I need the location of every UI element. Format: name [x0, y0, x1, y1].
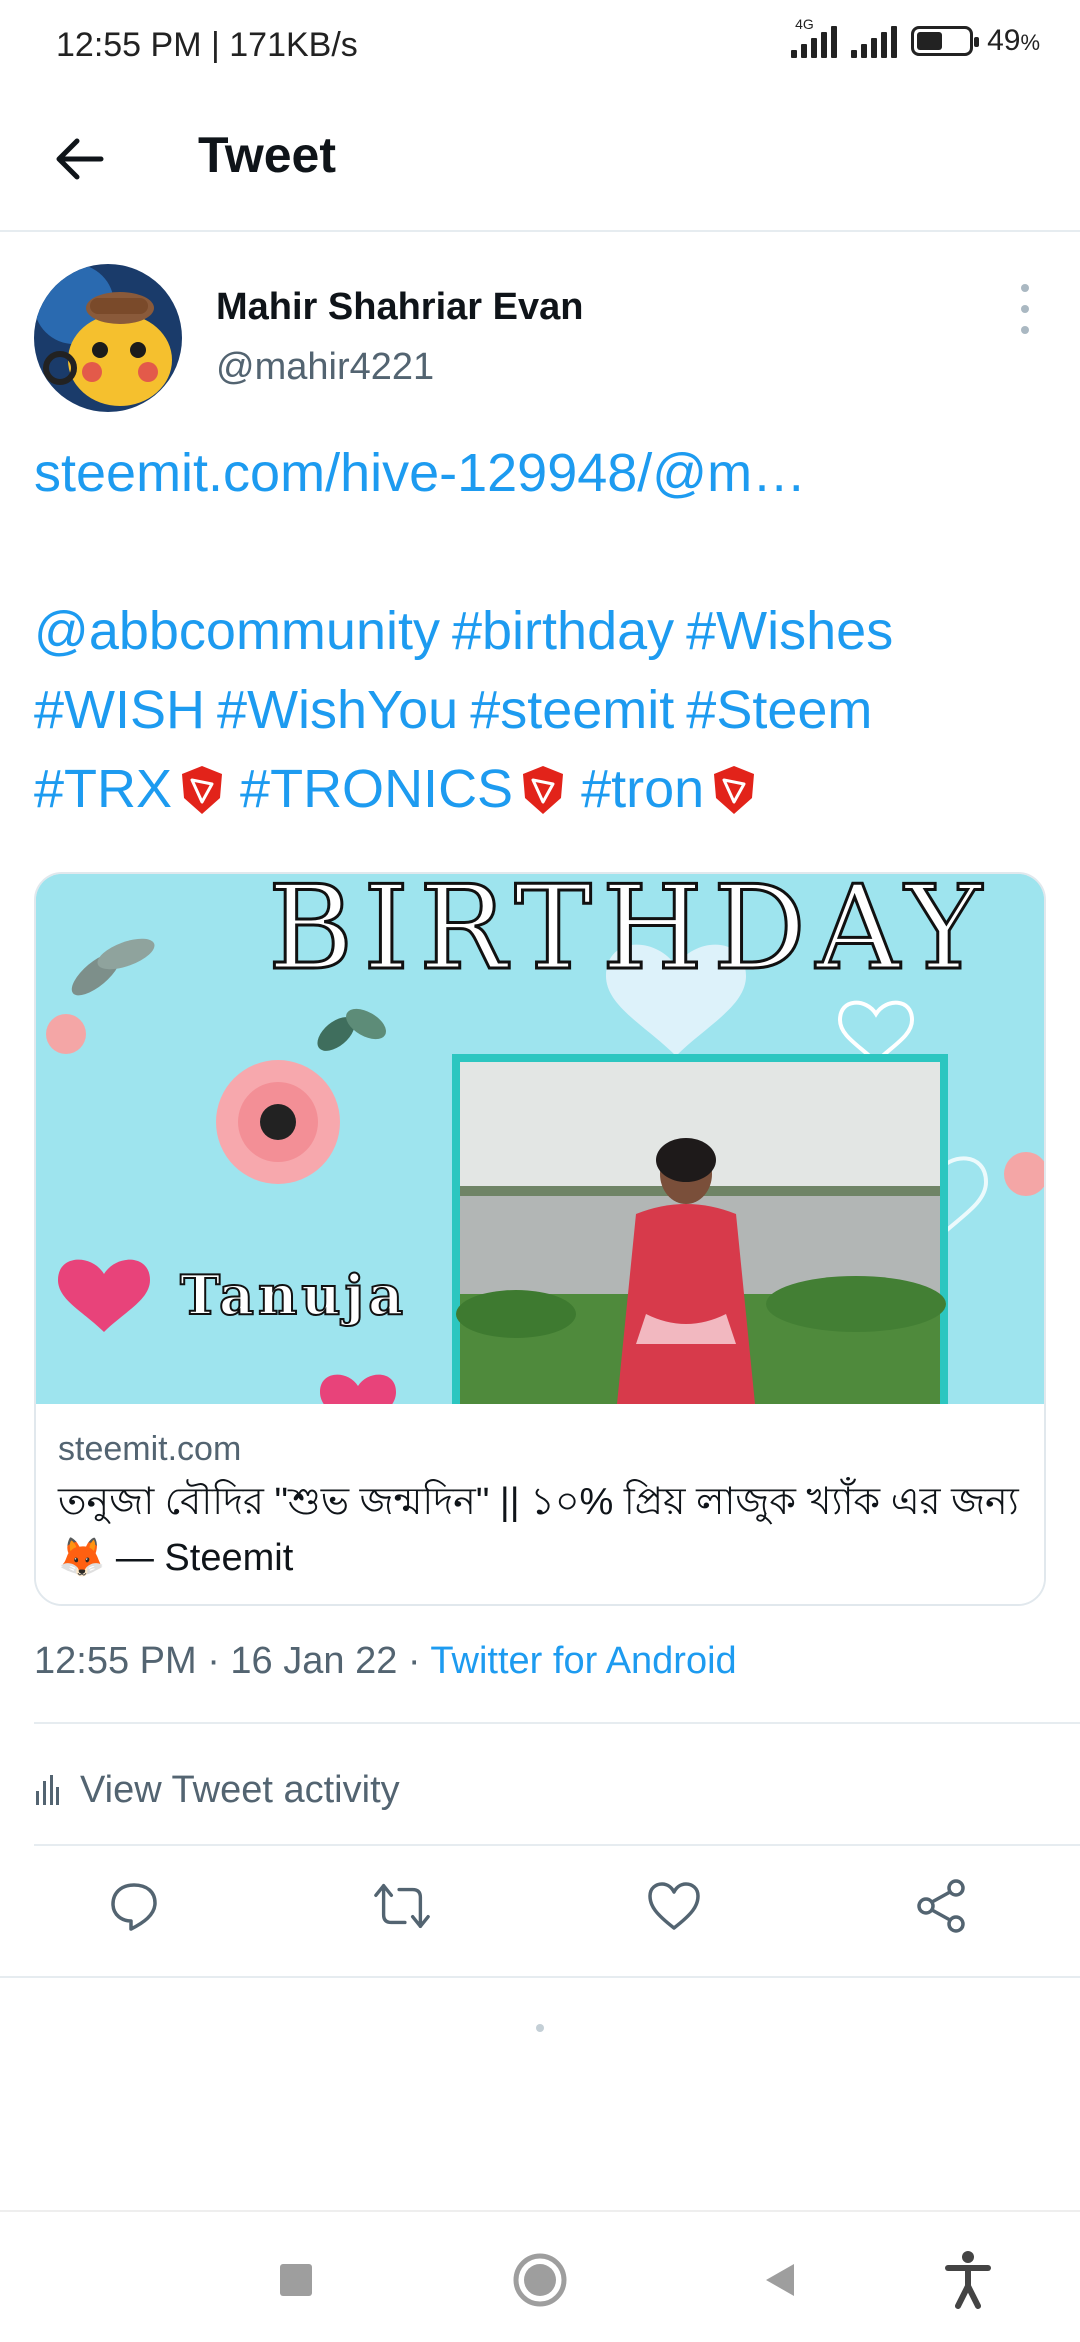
timestamp-text: 12:55 PM · 16 Jan 22 ·: [34, 1640, 431, 1682]
hashtag-link[interactable]: #Wishes: [686, 592, 893, 671]
analytics-icon: [36, 1775, 59, 1805]
accessibility-button[interactable]: [936, 2248, 1000, 2312]
avatar-image: [34, 264, 182, 412]
share-icon: [917, 1879, 965, 1933]
tron-logo-icon: [182, 765, 223, 814]
banner-heading: BIRTHDAY: [268, 874, 992, 996]
system-nav-bar: [0, 2210, 1080, 2342]
card-image: BIRTHDAY Tanuja: [36, 874, 1044, 1404]
hashtag-link[interactable]: #steemit: [470, 671, 674, 750]
page-title: Tweet: [198, 127, 336, 183]
author-handle[interactable]: @mahir4221: [216, 346, 434, 389]
home-button[interactable]: [508, 2248, 572, 2312]
status-icons: 4G 49%: [791, 16, 1040, 58]
square-icon: [280, 2264, 312, 2296]
tron-logo-icon: [523, 765, 564, 814]
tweet-actions: [0, 1870, 1080, 1950]
retweet-icon: [374, 1883, 430, 1929]
battery-percent: 49%: [987, 24, 1040, 57]
tron-logo-icon: [714, 765, 755, 814]
tweet-source-link[interactable]: Twitter for Android: [430, 1640, 736, 1682]
birthday-banner-image: BIRTHDAY Tanuja: [36, 874, 1044, 1404]
accessibility-icon: [945, 2251, 991, 2309]
mention-link[interactable]: @abbcommunity: [34, 592, 440, 671]
back-nav-button[interactable]: [748, 2248, 812, 2312]
hashtag-link[interactable]: #WishYou: [217, 671, 458, 750]
reply-icon: [111, 1883, 157, 1931]
loading-dot: [536, 2024, 544, 2032]
back-button[interactable]: [44, 124, 114, 194]
reply-button[interactable]: [104, 1876, 164, 1936]
tweet-text: steemit.com/hive-129948/@m… @abbcommunit…: [34, 434, 1054, 829]
hashtag-link[interactable]: #Steem: [686, 671, 872, 750]
signal-icon: [851, 24, 898, 58]
card-title: তনুজা বৌদির "শুভ জন্মদিন" || ১০% প্রিয় …: [58, 1481, 1019, 1579]
hashtag-link[interactable]: #TRONICS: [240, 750, 513, 829]
recents-button[interactable]: [264, 2248, 328, 2312]
author-name[interactable]: Mahir Shahriar Evan: [216, 286, 583, 329]
triangle-back-icon: [766, 2264, 794, 2296]
home-circle-icon: [513, 2253, 567, 2307]
divider: [34, 1844, 1080, 1846]
tweet-link[interactable]: steemit.com/hive-129948/@m…: [34, 434, 806, 513]
status-bar: 12:55 PM | 171KB/s 4G 49%: [0, 0, 1080, 96]
avatar[interactable]: [34, 264, 182, 412]
status-time: 12:55 PM | 171KB/s: [56, 26, 358, 64]
like-button[interactable]: [644, 1876, 704, 1936]
retweet-button[interactable]: [372, 1876, 432, 1936]
banner-name: Tanuja: [180, 1263, 407, 1327]
battery-icon: [911, 26, 980, 56]
hashtag-link[interactable]: #birthday: [452, 592, 674, 671]
more-dots-icon: [1021, 284, 1029, 292]
activity-label: View Tweet activity: [80, 1768, 400, 1811]
app-header: Tweet: [0, 96, 1080, 232]
card-domain: steemit.com: [58, 1430, 242, 1468]
hashtag-link[interactable]: #WISH: [34, 671, 205, 750]
card-meta: steemit.com তনুজা বৌদির "শুভ জন্মদিন" ||…: [36, 1404, 1044, 1604]
divider: [0, 1976, 1080, 1978]
divider: [34, 1722, 1080, 1724]
link-preview-card[interactable]: BIRTHDAY Tanuja steemit.com তনুজা বৌদির …: [34, 872, 1046, 1606]
more-options-button[interactable]: [1010, 284, 1040, 334]
network-type: 4G: [795, 16, 814, 32]
hashtag-link[interactable]: #TRX: [34, 750, 172, 829]
arrow-left-icon: [56, 138, 104, 180]
view-tweet-activity-button[interactable]: View Tweet activity: [34, 1760, 400, 1820]
heart-icon: [648, 1882, 700, 1930]
signal-4g-icon: 4G: [791, 16, 838, 58]
tweet-timestamp: 12:55 PM · 16 Jan 22 · Twitter for Andro…: [34, 1640, 737, 1683]
share-button[interactable]: [912, 1876, 972, 1936]
hashtag-link[interactable]: #tron: [581, 750, 704, 829]
battery-fill: [917, 32, 942, 50]
